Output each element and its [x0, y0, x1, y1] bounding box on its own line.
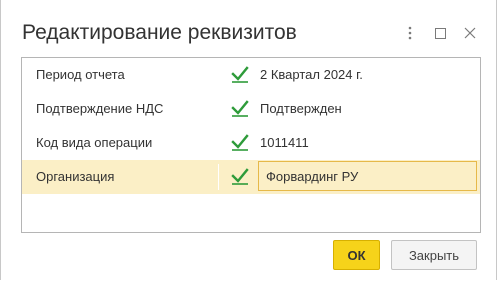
column-divider — [218, 164, 219, 190]
checkbox-checked-icon[interactable] — [231, 167, 249, 185]
table-row[interactable]: Подтверждение НДС Подтвержден — [22, 92, 480, 126]
column-divider — [218, 96, 219, 122]
column-divider — [218, 130, 219, 156]
close-window-button[interactable] — [459, 22, 481, 44]
attribute-name: Код вида операции — [36, 135, 153, 150]
maximize-icon — [434, 27, 446, 39]
attribute-value[interactable]: 2 Квартал 2024 г. — [260, 67, 363, 82]
dialog-title: Редактирование реквизитов — [22, 21, 297, 44]
close-icon — [464, 27, 476, 39]
table-row[interactable]: Код вида операции 1011411 — [22, 126, 480, 160]
close-button[interactable]: Закрыть — [391, 240, 477, 270]
ok-button[interactable]: ОК — [333, 240, 380, 270]
edit-attributes-dialog: Редактирование реквизитов Период отчета … — [0, 0, 497, 280]
attribute-name: Подтверждение НДС — [36, 101, 164, 116]
maximize-button[interactable] — [429, 22, 451, 44]
attribute-value[interactable]: Форвардинг РУ — [266, 169, 358, 184]
attribute-value[interactable]: Подтвержден — [260, 101, 342, 116]
attributes-table: Период отчета 2 Квартал 2024 г. Подтверж… — [21, 57, 481, 233]
checkbox-checked-icon[interactable] — [231, 133, 249, 151]
attribute-value[interactable]: 1011411 — [260, 135, 309, 150]
attribute-name: Организация — [36, 169, 115, 184]
column-divider — [218, 62, 219, 88]
attribute-name: Период отчета — [36, 67, 125, 82]
more-actions-button[interactable] — [399, 22, 421, 44]
table-row-selected[interactable]: Организация Форвардинг РУ — [22, 160, 480, 194]
checkbox-checked-icon[interactable] — [231, 65, 249, 83]
vertical-ellipsis-icon — [408, 26, 412, 40]
table-row[interactable]: Период отчета 2 Квартал 2024 г. — [22, 58, 480, 92]
checkbox-checked-icon[interactable] — [231, 99, 249, 117]
